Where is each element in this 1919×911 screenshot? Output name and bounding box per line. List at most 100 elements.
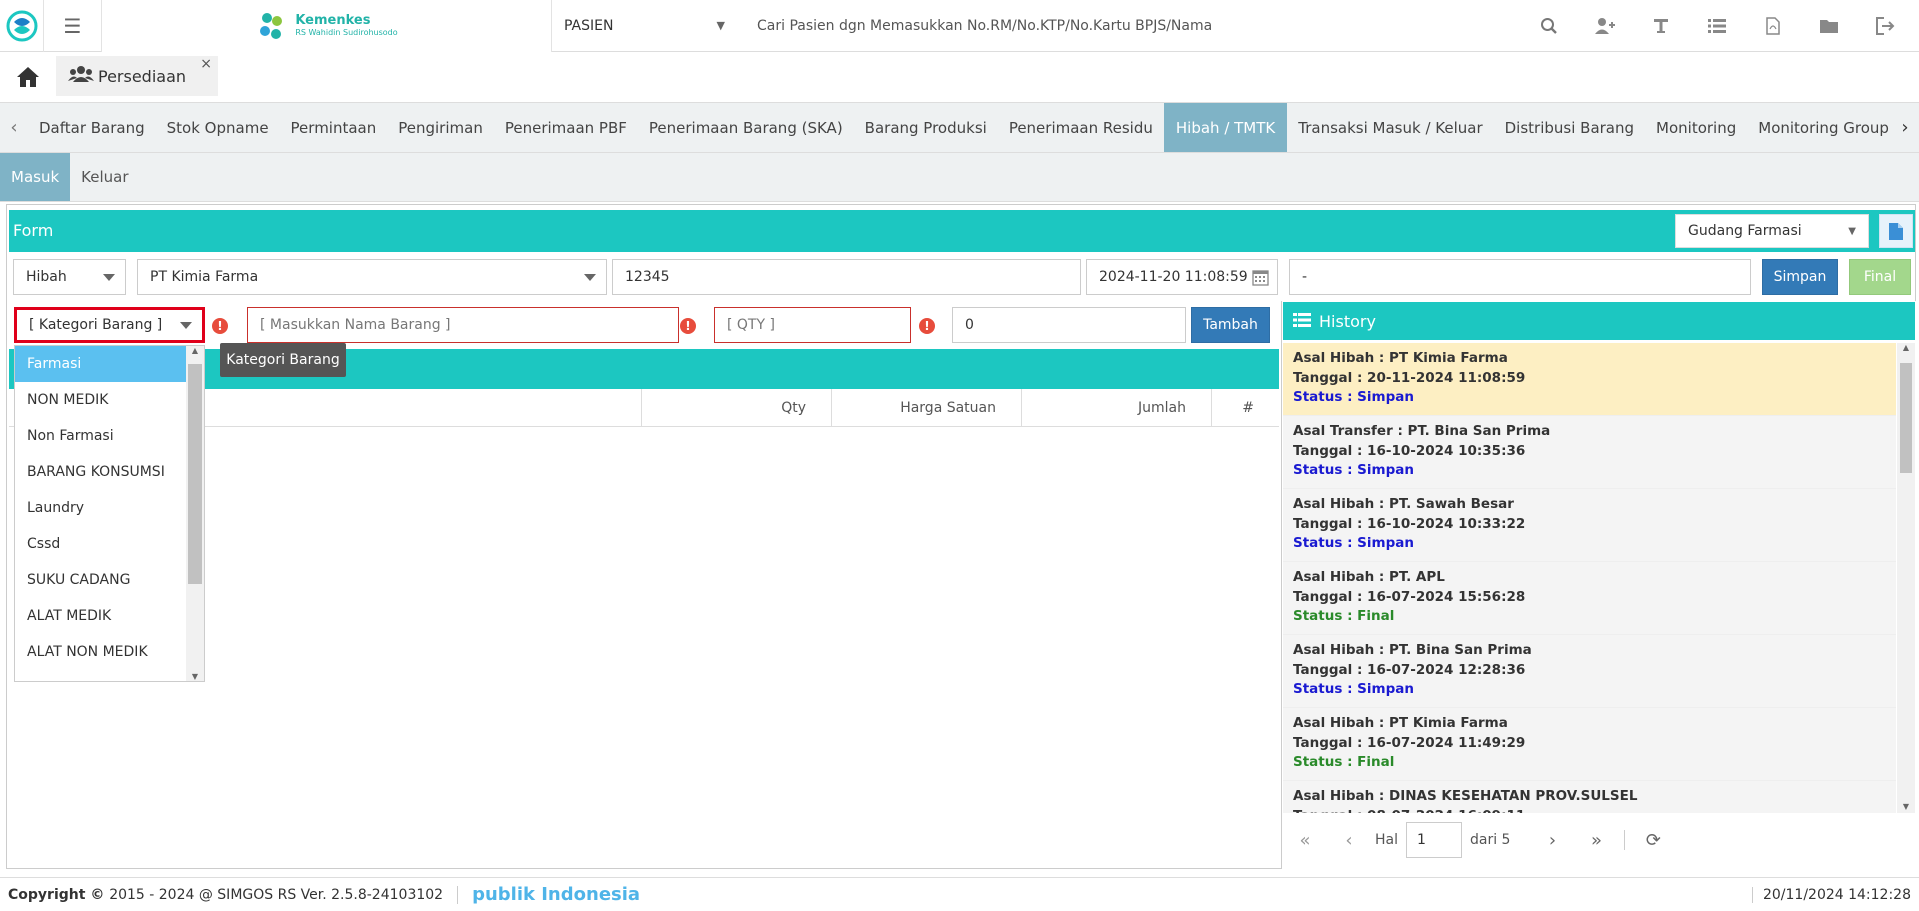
tab-persediaan[interactable]: Persediaan × bbox=[56, 56, 219, 96]
scroll-up-icon[interactable]: ▲ bbox=[1897, 343, 1915, 352]
add-user-icon[interactable] bbox=[1577, 0, 1633, 52]
copyright-icon: © bbox=[90, 886, 105, 903]
pdf-icon[interactable] bbox=[1745, 0, 1801, 52]
submenu-item[interactable]: Distribusi Barang bbox=[1494, 103, 1645, 152]
kategori-barang-select[interactable]: [ Kategori Barang ] bbox=[14, 307, 205, 343]
submenu-item[interactable]: Penerimaan PBF bbox=[494, 103, 638, 152]
history-asal: Asal Hibah : PT. Sawah Besar bbox=[1293, 496, 1514, 512]
history-item[interactable]: Asal Hibah : PT. Bina San Prima Tanggal :… bbox=[1283, 635, 1896, 708]
logout-icon[interactable] bbox=[1857, 0, 1913, 52]
nomor-input[interactable]: 12345 bbox=[612, 259, 1081, 295]
scroll-down-icon[interactable]: ▼ bbox=[186, 672, 204, 681]
history-header: History bbox=[1283, 302, 1915, 340]
col-jumlah: Jumlah bbox=[1021, 389, 1211, 427]
qty-placeholder: [ QTY ] bbox=[727, 317, 775, 333]
harga-input[interactable]: 0 bbox=[952, 307, 1186, 343]
history-item[interactable]: Asal Hibah : PT Kimia Farma Tanggal : 16-… bbox=[1283, 708, 1896, 781]
history-item[interactable]: Asal Transfer : PT. Bina San Prima Tangga… bbox=[1283, 416, 1896, 489]
list-icon bbox=[1293, 312, 1311, 331]
kategori-option[interactable]: Laundry bbox=[15, 490, 204, 526]
history-scroll-thumb[interactable] bbox=[1900, 363, 1912, 473]
users-icon bbox=[68, 65, 94, 87]
calendar-icon[interactable] bbox=[1252, 269, 1269, 290]
submenu-item[interactable]: Penerimaan Barang (SKA) bbox=[638, 103, 854, 152]
tanggal-input[interactable]: 2024-11-20 11:08:59 bbox=[1086, 259, 1278, 295]
search-icon[interactable] bbox=[1521, 0, 1577, 52]
history-item[interactable]: Asal Hibah : PT. Sawah Besar Tanggal : 16… bbox=[1283, 489, 1896, 562]
submenu-item[interactable]: Penerimaan Residu bbox=[998, 103, 1164, 152]
kategori-option[interactable]: ALAT MEDIK bbox=[15, 598, 204, 634]
chevron-right-icon[interactable]: › bbox=[1891, 103, 1919, 152]
text-icon[interactable] bbox=[1633, 0, 1689, 52]
folder-icon[interactable] bbox=[1801, 0, 1857, 52]
kategori-dropdown-list[interactable]: Farmasi NON MEDIK Non Farmasi BARANG KONSUM… bbox=[14, 345, 205, 682]
last-page-icon[interactable]: » bbox=[1574, 830, 1618, 851]
keterangan-value: - bbox=[1302, 269, 1308, 285]
submenu-item[interactable]: Barang Produksi bbox=[854, 103, 998, 152]
jenis-select-value: Hibah bbox=[26, 269, 67, 285]
history-item[interactable]: Asal Hibah : DINAS KESEHATAN PROV.SULSEL… bbox=[1283, 781, 1896, 813]
chevron-down-icon bbox=[180, 322, 192, 329]
submenu-item[interactable]: Permintaan bbox=[280, 103, 388, 152]
kategori-option[interactable]: Non Farmasi bbox=[15, 418, 204, 454]
home-icon[interactable] bbox=[0, 51, 56, 102]
submenu-item[interactable]: Monitoring bbox=[1645, 103, 1747, 152]
jenis-select[interactable]: Hibah bbox=[13, 259, 126, 295]
brand-subtitle: RS Wahidin Sudirohusodo bbox=[295, 28, 398, 37]
history-status: Status : Final bbox=[1293, 608, 1395, 624]
kategori-tooltip: Kategori Barang bbox=[220, 343, 346, 377]
dropdown-scroll-thumb[interactable] bbox=[188, 364, 202, 584]
main-panel: Form Gudang Farmasi ▼ Hibah PT Kimia Far… bbox=[6, 204, 1916, 869]
final-button[interactable]: Final bbox=[1849, 259, 1911, 295]
warning-icon: ! bbox=[919, 318, 935, 334]
app-logo[interactable] bbox=[0, 0, 44, 52]
kategori-option[interactable]: Farmasi bbox=[15, 346, 204, 382]
first-page-icon[interactable]: « bbox=[1283, 830, 1327, 851]
tab-keluar[interactable]: Keluar bbox=[70, 153, 139, 201]
qty-input[interactable]: [ QTY ] bbox=[714, 307, 911, 343]
submenu-item[interactable]: Daftar Barang bbox=[28, 103, 156, 152]
patient-search-input[interactable]: Cari Pasien dgn Memasukkan No.RM/No.KTP/… bbox=[737, 18, 1521, 34]
list-icon[interactable] bbox=[1689, 0, 1745, 52]
refresh-icon[interactable]: ⟳ bbox=[1631, 830, 1675, 851]
history-item[interactable]: Asal Hibah : PT. APL Tanggal : 16-07-2024… bbox=[1283, 562, 1896, 635]
tambah-button[interactable]: Tambah bbox=[1191, 307, 1270, 343]
footer-datetime: 20/11/2024 14:12:28 bbox=[1751, 886, 1919, 903]
scroll-down-icon[interactable]: ▼ bbox=[1897, 802, 1915, 811]
pasien-select[interactable]: PASIEN ▼ bbox=[552, 0, 737, 52]
keterangan-input[interactable]: - bbox=[1289, 259, 1751, 295]
page-input[interactable]: 1 bbox=[1406, 822, 1462, 858]
submenu-item[interactable]: Pengiriman bbox=[387, 103, 494, 152]
history-scrollbar[interactable]: ▲ ▼ bbox=[1897, 343, 1915, 813]
close-tab-icon[interactable]: × bbox=[200, 56, 212, 72]
history-list: Asal Hibah : PT Kimia Farma Tanggal : 20-… bbox=[1283, 343, 1896, 813]
scroll-up-icon[interactable]: ▲ bbox=[186, 346, 204, 355]
simpan-button[interactable]: Simpan bbox=[1762, 259, 1838, 295]
gudang-select[interactable]: Gudang Farmasi ▼ bbox=[1675, 214, 1869, 248]
chevron-down-icon: ▼ bbox=[1848, 225, 1856, 237]
supplier-select[interactable]: PT Kimia Farma bbox=[137, 259, 607, 295]
tab-masuk[interactable]: Masuk bbox=[0, 153, 71, 201]
kategori-option[interactable]: Cssd bbox=[15, 526, 204, 562]
kategori-option[interactable]: ALAT NON MEDIK bbox=[15, 634, 204, 670]
warning-icon: ! bbox=[680, 318, 696, 334]
submenu-item[interactable]: Stok Opname bbox=[156, 103, 280, 152]
history-item[interactable]: Asal Hibah : PT Kimia Farma Tanggal : 20-… bbox=[1283, 343, 1896, 416]
kategori-option[interactable]: ALAT PENGOLAH bbox=[15, 670, 204, 681]
kategori-option[interactable]: NON MEDIK bbox=[15, 382, 204, 418]
submenu-item[interactable]: Hibah / TMTK bbox=[1163, 103, 1288, 152]
prev-page-icon[interactable]: ‹ bbox=[1327, 830, 1371, 851]
kategori-option[interactable]: SUKU CADANG bbox=[15, 562, 204, 598]
history-asal: Asal Hibah : DINAS KESEHATAN PROV.SULSEL bbox=[1293, 788, 1638, 804]
dari-label: dari 5 bbox=[1470, 832, 1511, 848]
kategori-option[interactable]: BARANG KONSUMSI bbox=[15, 454, 204, 490]
nama-barang-input[interactable]: [ Masukkan Nama Barang ] bbox=[247, 307, 679, 343]
history-status: Status : Final bbox=[1293, 754, 1395, 770]
next-page-icon[interactable]: › bbox=[1530, 830, 1574, 851]
dropdown-scrollbar[interactable]: ▲ ▼ bbox=[186, 346, 204, 681]
submenu-item[interactable]: Transaksi Masuk / Keluar bbox=[1287, 103, 1493, 152]
submenu-item[interactable]: Monitoring Group bbox=[1747, 103, 1891, 152]
hamburger-menu-icon[interactable]: ☰ bbox=[44, 0, 102, 52]
chevron-left-icon[interactable]: ‹ bbox=[0, 103, 28, 152]
document-icon[interactable] bbox=[1879, 214, 1913, 248]
